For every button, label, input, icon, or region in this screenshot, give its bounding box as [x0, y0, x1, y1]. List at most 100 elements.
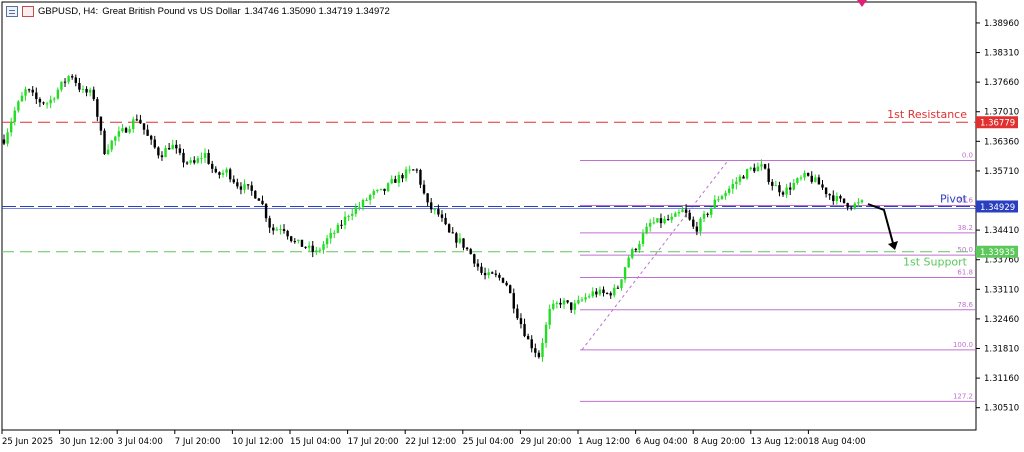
support-label: 1st Support [903, 256, 968, 269]
x-tick-label: 10 Jul 12:00 [232, 437, 283, 447]
candle-body [322, 244, 325, 250]
fib-level-label: 50.0 [957, 246, 973, 254]
candle-body [38, 99, 42, 103]
candle-body [587, 296, 591, 298]
candle-body [688, 212, 691, 220]
candle-body [221, 172, 225, 175]
candle-body [96, 99, 99, 117]
fib-level-label: 38.2 [957, 224, 973, 232]
candle-body [286, 230, 289, 237]
x-tick-label: 22 Jul 12:00 [405, 437, 456, 447]
candle-body [526, 336, 530, 340]
candle-body [132, 119, 135, 130]
candle-body [810, 175, 813, 182]
chart-window[interactable]: GBPUSD, H4: Great British Pound vs US Do… [0, 0, 1024, 452]
candle-body [656, 218, 659, 223]
candle-body [498, 274, 501, 278]
candle-body [781, 192, 785, 195]
candle-body [218, 172, 221, 175]
candle-body [591, 291, 594, 297]
candle-body [354, 207, 358, 214]
x-tick-label: 25 Jun 2025 [2, 437, 53, 447]
candle-body [250, 185, 253, 191]
candle-body [444, 217, 447, 225]
fib-level-label: 61.8 [957, 268, 973, 276]
x-tick-label: 15 Jul 04:00 [290, 437, 341, 447]
x-tick-label: 25 Jul 04:00 [463, 437, 514, 447]
candle-body [681, 209, 684, 213]
x-tick-label: 3 Jul 04:00 [117, 437, 163, 447]
candle-body [13, 110, 16, 122]
candle-body [289, 236, 293, 242]
candle-body [433, 209, 436, 211]
candle-body [595, 291, 598, 295]
candle-body [31, 89, 34, 93]
candle-body [674, 213, 677, 217]
candle-body [376, 189, 379, 192]
candle-body [20, 95, 24, 102]
candle-body [738, 176, 742, 182]
x-tick-label: 30 Jun 12:00 [60, 437, 114, 447]
candle-body [333, 232, 336, 234]
x-tick-label: 29 Jul 20:00 [520, 437, 571, 447]
candle-body [408, 169, 411, 171]
candle-body [462, 238, 465, 248]
candle-body [257, 198, 261, 201]
candle-body [304, 246, 307, 248]
candle-body [365, 199, 368, 201]
candle-body [160, 155, 164, 158]
candle-body [641, 233, 645, 244]
candle-body [340, 224, 343, 226]
candle-body [189, 160, 192, 163]
fib-level-label: 100.0 [953, 341, 973, 349]
candle-body [422, 184, 426, 194]
candle-body [508, 285, 512, 294]
candle-body [293, 241, 296, 243]
candle-body [717, 199, 720, 201]
candle-body [566, 300, 569, 303]
candle-body [602, 289, 605, 294]
candle-body [447, 224, 451, 233]
candle-body [699, 218, 702, 232]
candle-body [27, 89, 31, 91]
candle-body [254, 190, 257, 199]
candle-body [455, 233, 458, 243]
candle-body [473, 254, 476, 264]
candle-body [537, 352, 541, 358]
candle-body [767, 168, 770, 182]
candle-body [659, 218, 663, 224]
candle-body [839, 196, 842, 199]
candle-body [135, 119, 139, 121]
x-tick-label: 17 Jul 20:00 [348, 437, 399, 447]
candle-body [850, 207, 853, 209]
candle-body [745, 169, 749, 179]
candle-body [573, 303, 577, 310]
candle-body [394, 179, 397, 183]
candle-body [146, 129, 149, 136]
x-tick-label: 6 Aug 04:00 [636, 437, 688, 447]
candle-body [763, 164, 767, 169]
y-tick-label: 1.33110 [984, 285, 1019, 295]
candle-body [397, 174, 401, 183]
candle-body [419, 170, 422, 185]
candle-body [171, 144, 174, 150]
candle-body [42, 102, 45, 104]
candle-body [724, 192, 727, 197]
candle-body [415, 169, 419, 171]
candle-body [530, 339, 533, 349]
candle-body [153, 139, 156, 148]
candle-body [193, 160, 196, 163]
candle-body [548, 308, 551, 325]
candle-body [45, 103, 49, 105]
candle-body [297, 239, 300, 242]
candle-body [584, 297, 587, 300]
candle-body [480, 266, 483, 273]
candle-body [35, 92, 38, 100]
candle-body [178, 148, 182, 153]
candle-body [81, 88, 85, 90]
candle-body [648, 222, 652, 227]
price-chart[interactable]: 1.38960 1.38310 1.37660 1.37010 1.36360 1.357… [0, 0, 1024, 452]
candle-body [505, 282, 508, 286]
candle-body [74, 77, 77, 83]
candle-body [214, 168, 218, 173]
